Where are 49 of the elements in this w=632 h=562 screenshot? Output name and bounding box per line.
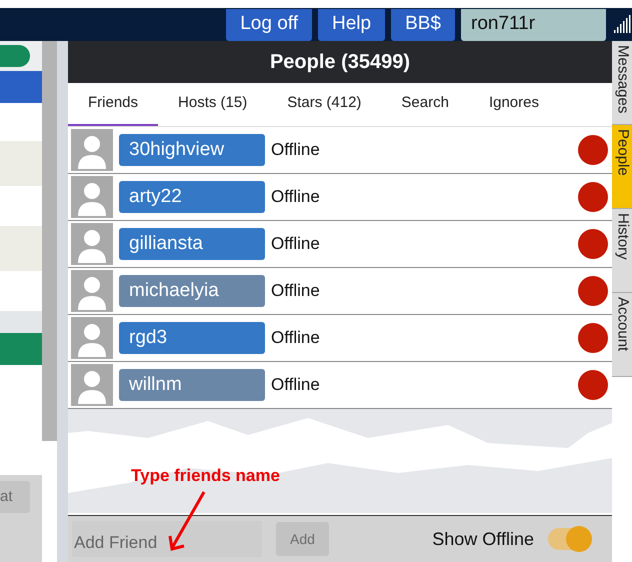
avatar-icon	[71, 317, 113, 359]
friend-status: Offline	[271, 233, 321, 256]
side-tab[interactable]: Messages	[612, 41, 632, 125]
tab[interactable]: Stars (412)	[267, 83, 382, 126]
friend-row[interactable]: gilliansta Offline	[68, 221, 612, 268]
list-row	[0, 311, 42, 333]
side-tab[interactable]: People	[612, 125, 632, 209]
annotation-text: Type friends name	[131, 465, 280, 487]
signal-icon	[612, 14, 632, 34]
list-row	[0, 333, 42, 365]
avatar-icon	[71, 270, 113, 312]
status-pill	[0, 45, 30, 67]
tab[interactable]: Search	[381, 83, 469, 126]
panel-title: People (35499)	[68, 41, 612, 83]
friend-name[interactable]: willnm	[119, 369, 265, 401]
menu-bar	[0, 71, 42, 103]
annotation-arrow	[166, 490, 208, 554]
top-bar-button[interactable]: BB$	[391, 8, 455, 40]
friend-name[interactable]: rgd3	[119, 322, 265, 354]
avatar-icon	[71, 129, 113, 171]
avatar-icon	[71, 176, 113, 218]
side-tab[interactable]: Account	[612, 293, 632, 377]
friend-row[interactable]: rgd3 Offline	[68, 315, 612, 362]
friend-name[interactable]: 30highview	[119, 134, 265, 166]
friend-row[interactable]: arty22 Offline	[68, 174, 612, 221]
top-bar-button[interactable]: Log off	[226, 8, 312, 40]
tab[interactable]: Ignores	[468, 83, 559, 126]
friend-name[interactable]: michaelyia	[119, 275, 265, 307]
list-row	[0, 141, 42, 186]
friend-name[interactable]: gilliansta	[119, 228, 265, 260]
friend-status: Offline	[271, 139, 321, 162]
friend-status: Offline	[271, 186, 321, 208]
tab[interactable]: Hosts (15)	[158, 83, 268, 126]
top-bar-button[interactable]: Help	[318, 8, 386, 40]
avatar-icon	[71, 364, 113, 406]
friend-status: Offline	[271, 327, 321, 350]
friend-status: Offline	[271, 280, 321, 302]
friend-status: Offline	[271, 374, 321, 396]
friend-row[interactable]: michaelyia Offline	[68, 268, 612, 315]
show-offline-label: Show Offline	[432, 528, 534, 550]
add-friend-field[interactable]: Add Friend	[72, 521, 262, 557]
friend-name[interactable]: arty22	[119, 181, 265, 213]
avatar-icon	[71, 223, 113, 265]
username-field[interactable]: ron711r	[461, 8, 606, 40]
friend-row[interactable]: willnm Offline	[68, 362, 612, 409]
show-offline-toggle[interactable]	[548, 528, 592, 550]
side-tab[interactable]: History	[612, 209, 632, 293]
friend-row[interactable]: 30highview Offline	[68, 127, 612, 174]
list-row	[0, 226, 42, 271]
